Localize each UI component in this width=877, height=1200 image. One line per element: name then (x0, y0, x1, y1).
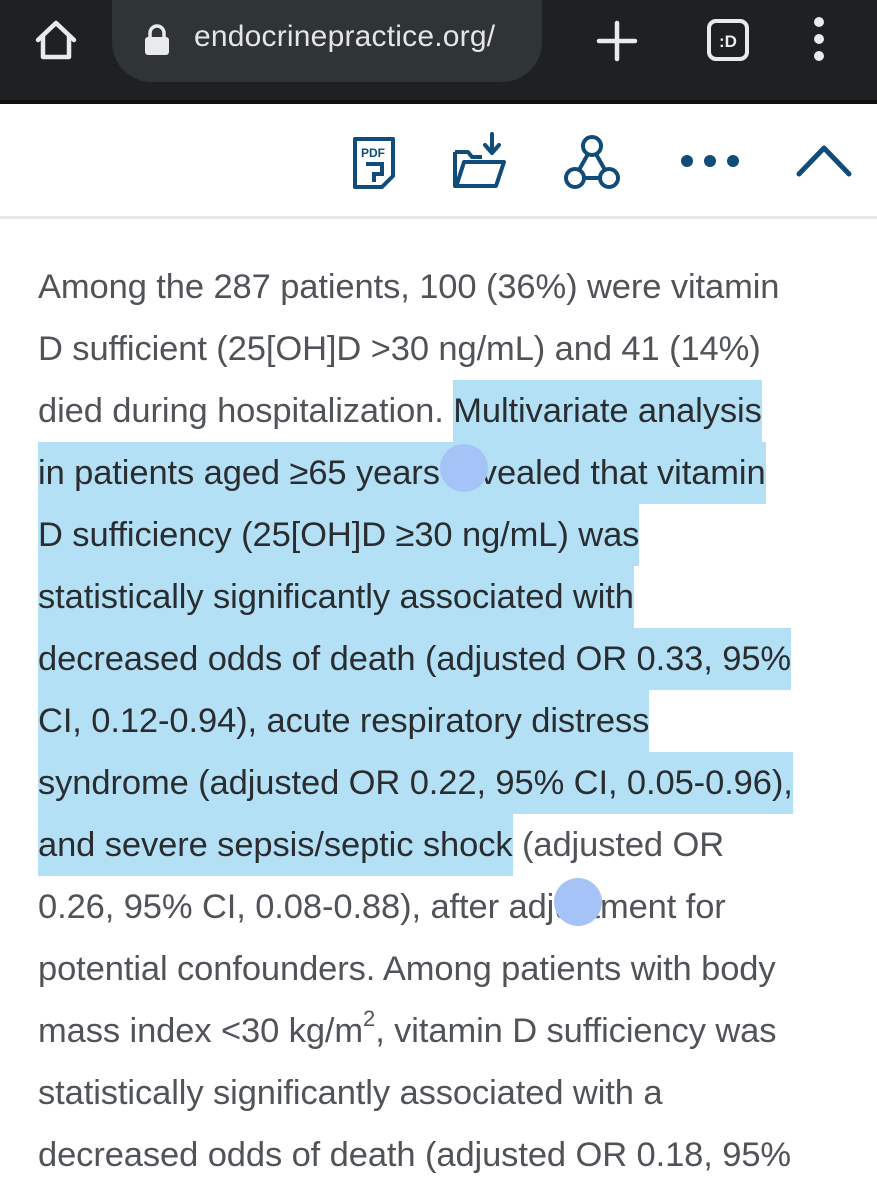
article-abstract[interactable]: Among the 287 patients, 100 (36%) were v… (38, 256, 858, 1186)
address-bar[interactable]: endocrinepractice.org/ (112, 0, 542, 82)
new-tab-icon[interactable] (596, 20, 638, 62)
abstract-text: mass index <30 kg/m (38, 1012, 364, 1050)
abstract-text: , vitamin D sufficiency was (375, 1012, 777, 1050)
abstract-line: 0.26, 95% CI, 0.08-0.88), after adjustme… (38, 888, 726, 926)
pdf-icon[interactable]: PDF (352, 136, 396, 190)
abstract-line: syndrome (adjusted OR 0.22, 95% CI, 0.05… (38, 752, 858, 814)
abstract-line: died during hospitalization. Multivariat… (38, 380, 858, 442)
abstract-line: statistically significantly associated w… (38, 566, 858, 628)
selected-text[interactable]: syndrome (adjusted OR 0.22, 95% CI, 0.05… (38, 752, 793, 814)
abstract-line: mass index <30 kg/m2, vitamin D sufficie… (38, 1000, 858, 1062)
selected-text[interactable]: decreased odds of death (adjusted OR 0.3… (38, 628, 791, 690)
browser-toolbar: endocrinepractice.org/ :D (0, 0, 877, 104)
tab-count-label: :D (719, 32, 737, 51)
abstract-line: D sufficiency (25[OH]D ≥30 ng/mL) was (38, 504, 858, 566)
url-text[interactable]: endocrinepractice.org/ (194, 20, 534, 54)
abstract-line: and severe sepsis/septic shock (adjusted… (38, 814, 858, 876)
abstract-line: decreased odds of death (adjusted OR 0.1… (38, 1136, 791, 1174)
abstract-line: decreased odds of death (adjusted OR 0.3… (38, 628, 858, 690)
selection-start-handle[interactable] (440, 444, 488, 492)
abstract-line: Among the 287 patients, 100 (36%) were v… (38, 268, 780, 306)
selected-text[interactable]: CI, 0.12-0.94), acute respiratory distre… (38, 690, 649, 752)
abstract-line: potential confounders. Among patients wi… (38, 950, 776, 988)
abstract-line: CI, 0.12-0.94), acute respiratory distre… (38, 690, 858, 752)
selected-text[interactable]: in patients aged ≥65 years revealed that… (38, 442, 766, 504)
share-icon[interactable] (562, 134, 622, 192)
download-folder-icon[interactable] (452, 132, 506, 190)
abstract-line: D sufficient (25[OH]D >30 ng/mL) and 41 … (38, 330, 761, 368)
article-toolbar: PDF (0, 104, 877, 219)
tab-switcher-icon[interactable]: :D (706, 18, 750, 62)
abstract-text: (adjusted OR (512, 826, 725, 864)
abstract-line: statistically significantly associated w… (38, 1074, 663, 1112)
more-icon[interactable] (680, 154, 740, 168)
abstract-text: died during hospitalization. (38, 392, 454, 430)
selection-end-handle[interactable] (554, 878, 602, 926)
selected-text[interactable]: D sufficiency (25[OH]D ≥30 ng/mL) was (38, 504, 639, 566)
selected-text[interactable]: statistically significantly associated w… (38, 566, 634, 628)
selected-text[interactable]: and severe sepsis/septic shock (38, 814, 513, 876)
superscript: 2 (363, 1005, 376, 1031)
overflow-menu-icon[interactable] (812, 16, 826, 62)
selected-text[interactable]: Multivariate analysis (453, 380, 762, 442)
lock-icon (145, 24, 169, 55)
home-icon[interactable] (34, 18, 78, 62)
collapse-up-icon[interactable] (796, 142, 852, 178)
pdf-label: PDF (361, 146, 385, 160)
